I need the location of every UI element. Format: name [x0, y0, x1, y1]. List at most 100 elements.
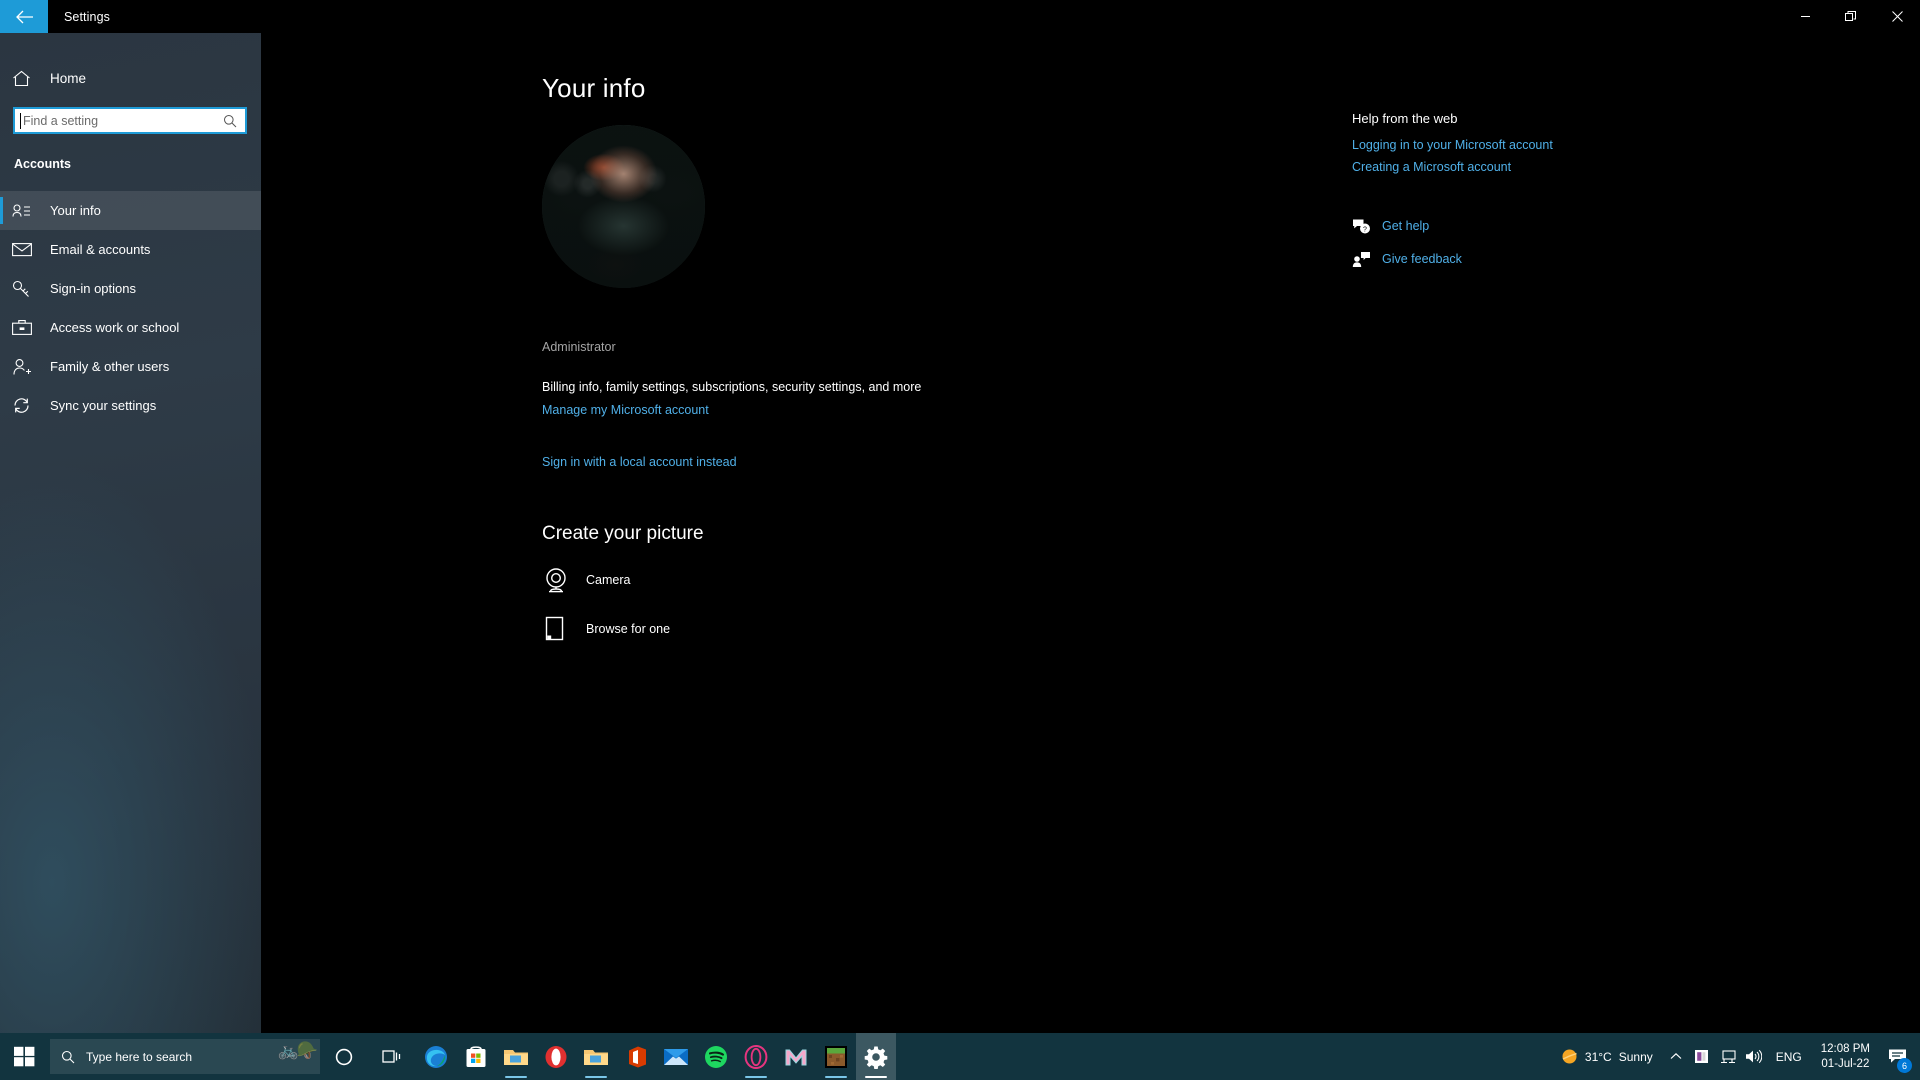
weather-condition: Sunny — [1618, 1049, 1653, 1064]
sidebar-item-email-accounts[interactable]: Email & accounts — [0, 230, 261, 269]
help-link-creating-account[interactable]: Creating a Microsoft account — [1352, 160, 1920, 174]
taskbar-search-placeholder: Type here to search — [86, 1049, 193, 1064]
home-icon — [12, 70, 46, 87]
weather-widget[interactable]: 31°C Sunny — [1555, 1048, 1663, 1065]
text-caret — [20, 113, 21, 129]
sidebar-home-label: Home — [50, 70, 87, 86]
give-feedback-row[interactable]: Give feedback — [1352, 246, 1920, 272]
feedback-person-icon — [1352, 251, 1382, 268]
mail-icon — [12, 242, 46, 257]
weather-temperature: 31°C — [1584, 1049, 1612, 1064]
sidebar-item-label: Family & other users — [50, 359, 170, 374]
taskbar-search[interactable]: Type here to search 🚲🪖 — [50, 1039, 320, 1074]
search-input[interactable] — [21, 113, 223, 128]
clock-time: 12:08 PM — [1820, 1042, 1870, 1055]
back-arrow-icon — [15, 10, 33, 23]
settings-window: Settings Home Find a setting Accounts Yo… — [0, 0, 1920, 1033]
settings-content: Your info Administrator Billing info, fa… — [261, 33, 1920, 1033]
sidebar-item-your-info[interactable]: Your info — [0, 191, 261, 230]
opera-icon — [545, 1045, 567, 1068]
sign-in-local-account-link[interactable]: Sign in with a local account instead — [542, 455, 737, 469]
language-indicator[interactable]: ENG — [1767, 1050, 1811, 1064]
avatar[interactable] — [542, 125, 705, 288]
account-role: Administrator — [542, 340, 616, 354]
avatar-photo — [542, 125, 705, 288]
spotify-icon — [705, 1045, 727, 1068]
minimize-button[interactable] — [1782, 0, 1828, 33]
network-icon — [1720, 1049, 1736, 1063]
taskbar-app-microsoft-edge[interactable] — [416, 1033, 456, 1080]
sidebar-item-sign-in-options[interactable]: Sign-in options — [0, 269, 261, 308]
sidebar-item-label: Email & accounts — [50, 242, 151, 257]
taskbar-app-spotify[interactable] — [696, 1033, 736, 1080]
windows-start-icon — [13, 1046, 34, 1067]
window-title: Settings — [64, 9, 110, 24]
clock-date: 01-Jul-22 — [1821, 1057, 1870, 1070]
clock[interactable]: 12:08 PM 01-Jul-22 — [1811, 1042, 1880, 1072]
taskbar-app-mail[interactable] — [656, 1033, 696, 1080]
file-picture-icon — [542, 615, 586, 643]
search-box[interactable] — [13, 107, 247, 134]
taskbar-app-settings[interactable] — [856, 1033, 896, 1080]
cortana-button[interactable] — [320, 1033, 368, 1080]
search-icon — [223, 114, 239, 128]
tray-app-icon — [1695, 1050, 1709, 1063]
notification-count-badge: 6 — [1897, 1058, 1912, 1073]
camera-option[interactable]: Camera — [542, 563, 1920, 597]
taskbar-app-file-explorer[interactable] — [496, 1033, 536, 1080]
taskbar-app-opera-gx[interactable] — [736, 1033, 776, 1080]
manage-microsoft-account-link[interactable]: Manage my Microsoft account — [542, 403, 709, 417]
taskbar-app-microsoft-store[interactable] — [456, 1033, 496, 1080]
mail-icon — [664, 1048, 688, 1065]
browse-option[interactable]: Browse for one — [542, 612, 1920, 646]
briefcase-icon — [12, 319, 46, 336]
webcam-icon — [542, 566, 586, 594]
sun-icon — [1562, 1049, 1577, 1064]
billing-description: Billing info, family settings, subscript… — [542, 380, 922, 394]
account-name — [542, 306, 1920, 328]
sidebar-search-wrap — [0, 97, 261, 134]
taskbar-app-mega[interactable] — [776, 1033, 816, 1080]
close-button[interactable] — [1874, 0, 1920, 33]
back-button[interactable] — [0, 0, 48, 33]
sidebar-item-label: Your info — [50, 203, 101, 218]
close-icon — [1891, 11, 1903, 22]
help-panel-title: Help from the web — [1352, 111, 1458, 126]
network-button[interactable] — [1715, 1033, 1741, 1080]
action-center-button[interactable]: 6 — [1880, 1033, 1914, 1080]
mega-icon — [785, 1049, 807, 1065]
taskbar-app-opera[interactable] — [536, 1033, 576, 1080]
restore-icon — [1845, 10, 1856, 21]
taskbar-app-file-explorer-2[interactable] — [576, 1033, 616, 1080]
sidebar-item-home[interactable]: Home — [0, 59, 261, 97]
get-help-row[interactable]: ? Get help — [1352, 213, 1920, 239]
sidebar-item-family-other-users[interactable]: Family & other users — [0, 347, 261, 386]
minecraft-icon — [825, 1045, 847, 1068]
window-body: Home Accounts — [0, 33, 1920, 1033]
window-titlebar: Settings — [0, 0, 1920, 33]
sidebar-item-access-work-school[interactable]: Access work or school — [0, 308, 261, 347]
taskbar: Type here to search 🚲🪖 31°C Sunny ENG 12… — [0, 1033, 1920, 1080]
task-view-button[interactable] — [368, 1033, 416, 1080]
svg-text:?: ? — [1363, 226, 1367, 233]
support-list: ? Get help Give feedback — [1352, 213, 1920, 272]
tray-app-button[interactable] — [1689, 1033, 1715, 1080]
sidebar-item-label: Sign-in options — [50, 281, 136, 296]
sidebar-item-sync-your-settings[interactable]: Sync your settings — [0, 386, 261, 425]
opera-gx-icon — [744, 1044, 768, 1069]
give-feedback-link[interactable]: Give feedback — [1382, 252, 1462, 266]
start-button[interactable] — [0, 1033, 48, 1080]
taskbar-app-minecraft[interactable] — [816, 1033, 856, 1080]
file-explorer-icon — [584, 1049, 608, 1065]
taskbar-app-microsoft-office[interactable] — [616, 1033, 656, 1080]
help-link-logging-in[interactable]: Logging in to your Microsoft account — [1352, 138, 1920, 152]
show-hidden-icons-button[interactable] — [1663, 1033, 1689, 1080]
contact-info-icon — [12, 203, 46, 219]
microsoft-edge-icon — [425, 1045, 447, 1068]
volume-button[interactable] — [1741, 1033, 1767, 1080]
titlebar-drag-area — [110, 0, 1782, 33]
browse-label: Browse for one — [586, 622, 671, 636]
maximize-button[interactable] — [1828, 0, 1874, 33]
get-help-link[interactable]: Get help — [1382, 219, 1429, 233]
sidebar-section-header: Accounts — [14, 157, 71, 171]
